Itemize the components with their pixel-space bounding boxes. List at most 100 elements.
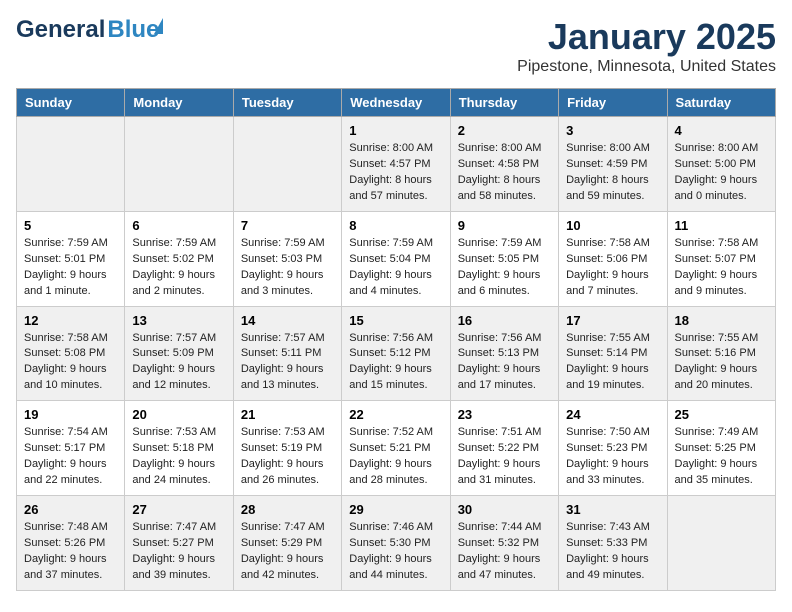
day-header-sunday: Sunday: [17, 89, 125, 117]
calendar-cell: 21Sunrise: 7:53 AM Sunset: 5:19 PM Dayli…: [233, 401, 341, 496]
location-title: Pipestone, Minnesota, United States: [517, 58, 776, 76]
day-info: Sunrise: 7:57 AM Sunset: 5:11 PM Dayligh…: [241, 331, 334, 395]
day-number: 18: [675, 313, 768, 328]
day-number: 9: [458, 218, 551, 233]
calendar-cell: 3 Sunrise: 8:00 AM Sunset: 4:59 PM Daylig…: [559, 117, 667, 212]
day-number: 15: [349, 313, 442, 328]
calendar-cell: 2Sunrise: 8:00 AM Sunset: 4:58 PM Daylig…: [450, 117, 558, 212]
day-number: 3: [566, 123, 659, 138]
calendar-cell: 5Sunrise: 7:59 AM Sunset: 5:01 PM Daylig…: [17, 211, 125, 306]
day-info: Sunrise: 8:00 AM Sunset: 4:58 PM Dayligh…: [458, 141, 551, 205]
day-header-saturday: Saturday: [667, 89, 775, 117]
day-info: Sunrise: 7:55 AM Sunset: 5:16 PM Dayligh…: [675, 331, 768, 395]
calendar-cell: 23 Sunrise: 7:51 AM Sunset: 5:22 PM Dayli…: [450, 401, 558, 496]
calendar-cell: [17, 117, 125, 212]
day-info: Sunrise: 7:51 AM Sunset: 5:22 PM Dayligh…: [458, 425, 551, 489]
day-number: 20: [132, 407, 225, 422]
calendar-cell: [667, 496, 775, 591]
calendar-week-row: 26 Sunrise: 7:48 AM Sunset: 5:26 PM Dayli…: [17, 496, 776, 591]
day-number: 6: [132, 218, 225, 233]
day-info: Sunrise: 7:57 AM Sunset: 5:09 PM Dayligh…: [132, 331, 225, 395]
calendar-cell: 8Sunrise: 7:59 AM Sunset: 5:04 PM Daylig…: [342, 211, 450, 306]
day-header-thursday: Thursday: [450, 89, 558, 117]
day-number: 22: [349, 407, 442, 422]
day-info: Sunrise: 8:00 AM Sunset: 5:00 PM Dayligh…: [675, 141, 768, 205]
day-info: Sunrise: 8:00 AM Sunset: 4:57 PM Dayligh…: [349, 141, 442, 205]
calendar-cell: 18 Sunrise: 7:55 AM Sunset: 5:16 PM Dayli…: [667, 306, 775, 401]
day-info: Sunrise: 7:58 AM Sunset: 5:07 PM Dayligh…: [675, 236, 768, 300]
calendar-week-row: 5Sunrise: 7:59 AM Sunset: 5:01 PM Daylig…: [17, 211, 776, 306]
calendar-cell: 10 Sunrise: 7:58 AM Sunset: 5:06 PM Dayli…: [559, 211, 667, 306]
day-info: Sunrise: 7:54 AM Sunset: 5:17 PM Dayligh…: [24, 425, 117, 489]
title-section: January 2025 Pipestone, Minnesota, Unite…: [517, 16, 776, 76]
calendar-cell: 7Sunrise: 7:59 AM Sunset: 5:03 PM Daylig…: [233, 211, 341, 306]
day-number: 31: [566, 502, 659, 517]
day-number: 28: [241, 502, 334, 517]
day-info: Sunrise: 7:56 AM Sunset: 5:13 PM Dayligh…: [458, 331, 551, 395]
day-info: Sunrise: 7:59 AM Sunset: 5:05 PM Dayligh…: [458, 236, 551, 300]
calendar-cell: 31 Sunrise: 7:43 AM Sunset: 5:33 PM Dayli…: [559, 496, 667, 591]
calendar-cell: 9 Sunrise: 7:59 AM Sunset: 5:05 PM Daylig…: [450, 211, 558, 306]
calendar-cell: 19 Sunrise: 7:54 AM Sunset: 5:17 PM Dayli…: [17, 401, 125, 496]
day-number: 19: [24, 407, 117, 422]
day-number: 14: [241, 313, 334, 328]
calendar-week-row: 12 Sunrise: 7:58 AM Sunset: 5:08 PM Dayli…: [17, 306, 776, 401]
day-info: Sunrise: 7:52 AM Sunset: 5:21 PM Dayligh…: [349, 425, 442, 489]
calendar-cell: 13 Sunrise: 7:57 AM Sunset: 5:09 PM Dayli…: [125, 306, 233, 401]
day-info: Sunrise: 7:47 AM Sunset: 5:27 PM Dayligh…: [132, 520, 225, 584]
calendar-cell: 30 Sunrise: 7:44 AM Sunset: 5:32 PM Dayli…: [450, 496, 558, 591]
calendar-cell: 28 Sunrise: 7:47 AM Sunset: 5:29 PM Dayli…: [233, 496, 341, 591]
day-number: 13: [132, 313, 225, 328]
day-number: 23: [458, 407, 551, 422]
calendar-week-row: 1 Sunrise: 8:00 AM Sunset: 4:57 PM Daylig…: [17, 117, 776, 212]
page-header: General Blue January 2025 Pipestone, Min…: [16, 16, 776, 76]
day-number: 24: [566, 407, 659, 422]
day-info: Sunrise: 7:59 AM Sunset: 5:04 PM Dayligh…: [349, 236, 442, 300]
calendar-header-row: SundayMondayTuesdayWednesdayThursdayFrid…: [17, 89, 776, 117]
day-info: Sunrise: 7:53 AM Sunset: 5:18 PM Dayligh…: [132, 425, 225, 489]
calendar-table: SundayMondayTuesdayWednesdayThursdayFrid…: [16, 88, 776, 591]
day-number: 5: [24, 218, 117, 233]
day-number: 30: [458, 502, 551, 517]
calendar-cell: 20 Sunrise: 7:53 AM Sunset: 5:18 PM Dayli…: [125, 401, 233, 496]
day-info: Sunrise: 7:47 AM Sunset: 5:29 PM Dayligh…: [241, 520, 334, 584]
calendar-cell: 16 Sunrise: 7:56 AM Sunset: 5:13 PM Dayli…: [450, 306, 558, 401]
day-number: 4: [675, 123, 768, 138]
calendar-cell: 27 Sunrise: 7:47 AM Sunset: 5:27 PM Dayli…: [125, 496, 233, 591]
day-info: Sunrise: 7:44 AM Sunset: 5:32 PM Dayligh…: [458, 520, 551, 584]
day-number: 16: [458, 313, 551, 328]
calendar-cell: 1 Sunrise: 8:00 AM Sunset: 4:57 PM Daylig…: [342, 117, 450, 212]
calendar-cell: 22 Sunrise: 7:52 AM Sunset: 5:21 PM Dayli…: [342, 401, 450, 496]
calendar-cell: 26 Sunrise: 7:48 AM Sunset: 5:26 PM Dayli…: [17, 496, 125, 591]
day-info: Sunrise: 7:43 AM Sunset: 5:33 PM Dayligh…: [566, 520, 659, 584]
calendar-cell: [125, 117, 233, 212]
calendar-cell: [233, 117, 341, 212]
day-info: Sunrise: 7:48 AM Sunset: 5:26 PM Dayligh…: [24, 520, 117, 584]
day-info: Sunrise: 7:46 AM Sunset: 5:30 PM Dayligh…: [349, 520, 442, 584]
day-number: 27: [132, 502, 225, 517]
day-number: 12: [24, 313, 117, 328]
logo-triangle: [154, 18, 163, 34]
day-info: Sunrise: 7:58 AM Sunset: 5:08 PM Dayligh…: [24, 331, 117, 395]
day-header-friday: Friday: [559, 89, 667, 117]
day-number: 11: [675, 218, 768, 233]
day-info: Sunrise: 8:00 AM Sunset: 4:59 PM Dayligh…: [566, 141, 659, 205]
day-info: Sunrise: 7:58 AM Sunset: 5:06 PM Dayligh…: [566, 236, 659, 300]
day-number: 1: [349, 123, 442, 138]
calendar-cell: 6 Sunrise: 7:59 AM Sunset: 5:02 PM Daylig…: [125, 211, 233, 306]
day-header-wednesday: Wednesday: [342, 89, 450, 117]
day-info: Sunrise: 7:49 AM Sunset: 5:25 PM Dayligh…: [675, 425, 768, 489]
calendar-cell: 25Sunrise: 7:49 AM Sunset: 5:25 PM Dayli…: [667, 401, 775, 496]
day-info: Sunrise: 7:50 AM Sunset: 5:23 PM Dayligh…: [566, 425, 659, 489]
day-number: 17: [566, 313, 659, 328]
logo: General Blue: [16, 16, 159, 44]
day-number: 26: [24, 502, 117, 517]
calendar-cell: 15Sunrise: 7:56 AM Sunset: 5:12 PM Dayli…: [342, 306, 450, 401]
day-number: 10: [566, 218, 659, 233]
day-number: 29: [349, 502, 442, 517]
day-info: Sunrise: 7:53 AM Sunset: 5:19 PM Dayligh…: [241, 425, 334, 489]
calendar-cell: 29 Sunrise: 7:46 AM Sunset: 5:30 PM Dayli…: [342, 496, 450, 591]
calendar-week-row: 19 Sunrise: 7:54 AM Sunset: 5:17 PM Dayli…: [17, 401, 776, 496]
day-info: Sunrise: 7:59 AM Sunset: 5:02 PM Dayligh…: [132, 236, 225, 300]
calendar-cell: 14 Sunrise: 7:57 AM Sunset: 5:11 PM Dayli…: [233, 306, 341, 401]
